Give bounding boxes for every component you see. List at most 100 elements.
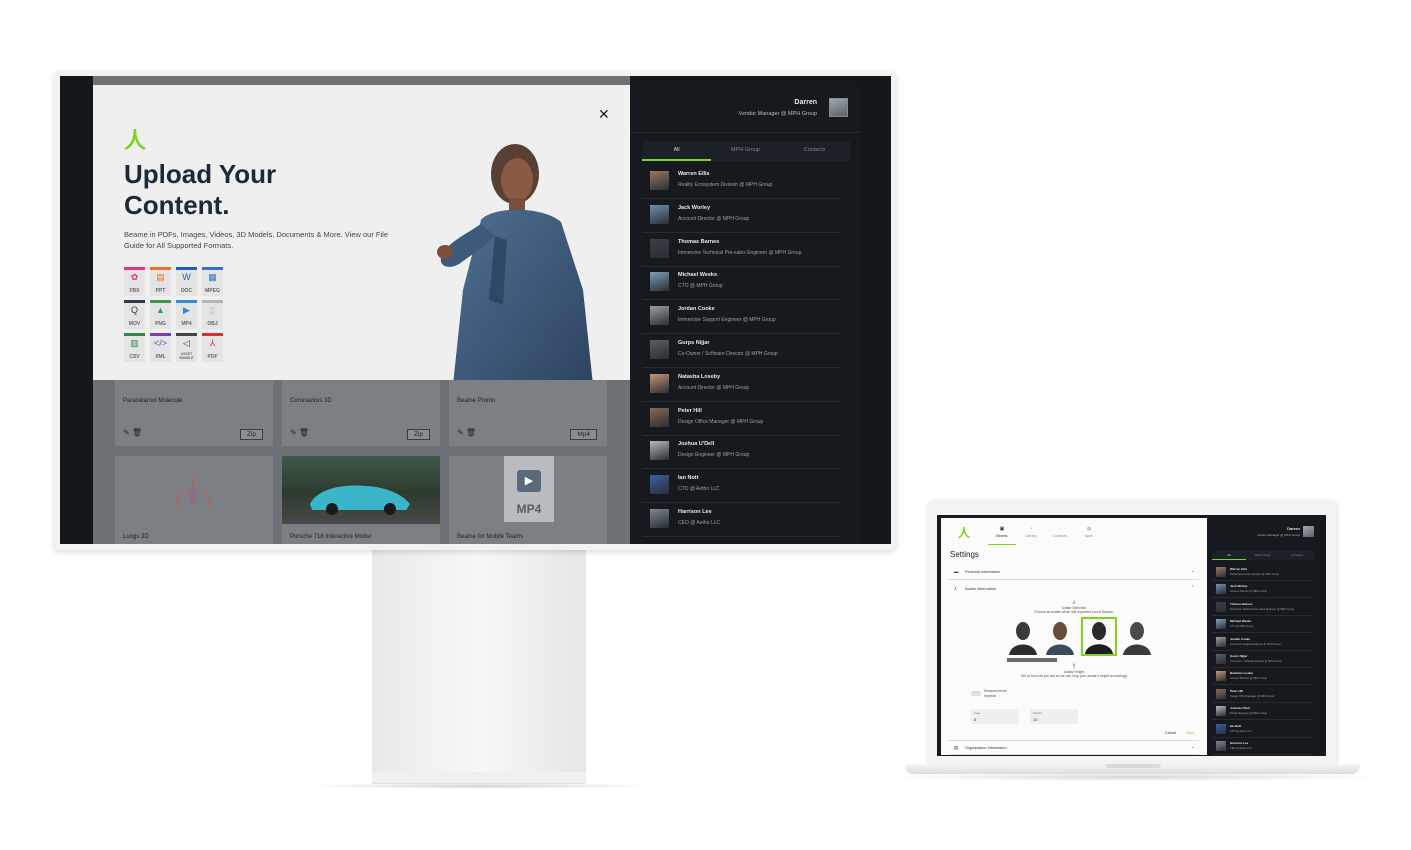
avatar-option[interactable] [1121,619,1153,655]
section-personal-information[interactable]: ▬ Personal Information ⌄ [949,565,1199,580]
laptop-notch [1105,764,1161,768]
nav-contacts[interactable]: ◌ Contacts [1046,526,1074,538]
card-title: Porsche 718 Interactive Model [290,534,372,540]
card-type-badge[interactable]: Mp4 [570,429,597,440]
contact-row[interactable]: Ian Nott CTO @ Aetho LLC [1212,721,1312,738]
file-type-label: CSV [129,354,140,360]
contact-row[interactable]: Ian Nott CTO @ Aetho LLC [642,469,840,504]
avatar-scrollbar[interactable] [1007,658,1057,662]
card-type-badge[interactable]: Zip [406,429,430,440]
avatar [1216,723,1226,734]
contact-row[interactable]: Peter Hill Design Office Manager @ MPH Gr… [1212,686,1312,703]
avatar-option-selected[interactable] [1081,617,1117,656]
laptop-screen: 人 ▣ Beams ◔ Library ◌ Contacts ◍ Apps Se… [937,515,1326,756]
avatar-option[interactable] [1007,619,1039,655]
file-glyph-icon: ◁ [183,338,190,348]
library-card[interactable]: Beame Promo ✎ 🗑 Mp4 [449,372,607,446]
library-card[interactable]: ▶ MP4 Beame for Mobile Teams [449,456,607,544]
contact-row[interactable]: Thomas Barnes Immersive Technical Pre-sal… [642,233,840,267]
monitor-stand-base [372,772,586,784]
file-type-icon: ▲ PNG [150,300,171,329]
cancel-button[interactable]: Cancel [1165,731,1176,735]
contact-row[interactable]: Gurps Nijjar Co-Owner / Software Director… [1212,651,1312,668]
nav-library[interactable]: ◔ Library [1017,526,1045,538]
contact-row[interactable]: Thomas Barnes Immersive Technical Pre-sal… [1212,599,1312,616]
library-card[interactable]: Lungs 3D [115,456,273,544]
tab-mph-group[interactable]: MPH Group [1246,553,1280,557]
contact-row[interactable]: Harrison Lee CEO @ Aetho LLC [642,503,840,537]
avatar [1216,619,1226,630]
contact-name: Jordan Cooke [1230,636,1251,641]
save-button[interactable]: Save [1186,731,1194,735]
avatar [1216,567,1226,577]
contact-role: Immersive Support Engineer @ MPH Group [678,317,776,324]
contact-row[interactable]: Joshua U'Dell Design Engineer @ MPH Group [642,435,840,470]
contact-name: Peter Hill [1230,688,1244,693]
contact-row[interactable]: Jordan Cooke Immersive Support Engineer @… [642,300,840,335]
avatar [1216,671,1226,682]
section-avatar-information[interactable]: ⅄ Avatar Information ⌃ [949,582,1199,597]
feet-field[interactable]: Feet 5 [971,709,1019,724]
contact-name: Jack Worley [678,204,711,211]
contact-role: Design Engineer @ MPH Group [678,452,750,459]
contact-row[interactable]: Harrison Lee CEO @ Aetho LLC [1212,738,1312,755]
card-type-badge[interactable]: Zip [239,429,263,440]
contact-row[interactable]: Jordan Cooke Immersive Support Engineer @… [1212,634,1312,651]
nav-apps[interactable]: ◍ Apps [1075,526,1103,538]
contact-row[interactable]: Natasha Loseby Account Director @ MPH Gro… [1212,668,1312,686]
contact-row[interactable]: Joshua U'Dell Design Engineer @ MPH Group [1212,703,1312,721]
contact-row[interactable]: Michael Weeks CTO @ MPH Group [642,266,840,301]
tab-contacts[interactable]: Contacts [1280,553,1314,557]
tab-contacts[interactable]: Contacts [780,147,849,153]
contact-row[interactable]: Warren Ellis Reality Ecosystem Division @… [642,165,840,199]
section-organization-information[interactable]: ▤ Organization Information ⌄ [949,740,1199,755]
library-card[interactable]: Paracetamol Molecule ✎ 🗑 Zip [115,372,273,446]
close-icon[interactable]: ✕ [598,106,610,123]
card-edit-delete-icons[interactable]: ✎ 🗑 [123,428,142,437]
file-glyph-icon: W [182,272,191,282]
avatar-option[interactable] [1044,619,1076,655]
library-card[interactable]: Porsche 718 Interactive Model [282,456,440,544]
avatar [1216,741,1226,751]
file-type-label: PNG [155,321,166,327]
current-user-name: Darren [794,99,817,106]
contact-name: Peter Hill [678,407,702,414]
file-type-icon: ◁ ASSET BUNDLE [176,333,197,362]
contact-role: CTO @ MPH Group [678,283,723,290]
chevron-down-icon[interactable]: ⌄ [1191,744,1195,750]
contact-row[interactable]: Gurps Nijjar Co-Owner / Software Director… [642,334,840,368]
library-card[interactable]: Coronavirus 3D ✎ 🗑 Zip [282,372,440,446]
contact-name: Warren Ellis [678,171,710,177]
tab-all[interactable]: All [642,147,711,153]
card-title: Beame Promo [457,398,496,404]
contact-row[interactable]: Michael Weeks CTO @ MPH Group [1212,616,1312,634]
file-type-icon: ▯ OBJ [202,300,223,329]
upload-content-modal: 人 Upload Your Content. Beame in PDFs, Im… [93,85,630,380]
tab-all[interactable]: All [1212,553,1246,557]
card-title: Paracetamol Molecule [123,398,183,404]
monitor-screen: Paracetamol Molecule ✎ 🗑 Zip Coronavirus… [60,76,891,544]
avatar[interactable] [1303,526,1314,537]
avatar [1216,688,1226,699]
contact-row[interactable]: Jack Worley Account Director @ MPH Group [1212,581,1312,599]
contact-name: Gurps Nijjar [1230,654,1248,658]
tab-mph-group[interactable]: MPH Group [711,147,780,153]
card-edit-delete-icons[interactable]: ✎ 🗑 [290,428,309,437]
beame-logo: 人 [124,128,147,153]
chevron-down-icon[interactable]: ⌄ [1191,568,1195,574]
contact-row[interactable]: Peter Hill Design Office Manager @ MPH Gr… [642,402,840,436]
avatar[interactable] [829,98,848,117]
inches-field[interactable]: Inches 10 [1030,709,1078,724]
nav-beams[interactable]: ▣ Beams [988,526,1016,538]
contact-row[interactable]: Jack Worley Account Director @ MPH Group [642,199,840,233]
chevron-up-icon[interactable]: ⌃ [1191,585,1195,591]
file-type-icon: W DOC [176,267,197,296]
avatar [650,238,669,258]
contact-row[interactable]: Natasha Loseby Account Director @ MPH Gro… [642,368,840,402]
contact-name: Joshua U'Dell [678,441,715,448]
card-edit-delete-icons[interactable]: ✎ 🗑 [457,428,476,437]
measurements-toggle[interactable] [971,691,981,696]
file-type-grid: ✿ FBX ▤ PPT W DOC ▦ MPEG Q MOV ▲ PNG ▶ MP4 ▯ OBJ ▥ CSV </>… [124,267,234,367]
contact-row[interactable]: Warren Ellis Reality Ecosystem Division @… [1212,564,1312,581]
active-tab-indicator [642,159,711,161]
